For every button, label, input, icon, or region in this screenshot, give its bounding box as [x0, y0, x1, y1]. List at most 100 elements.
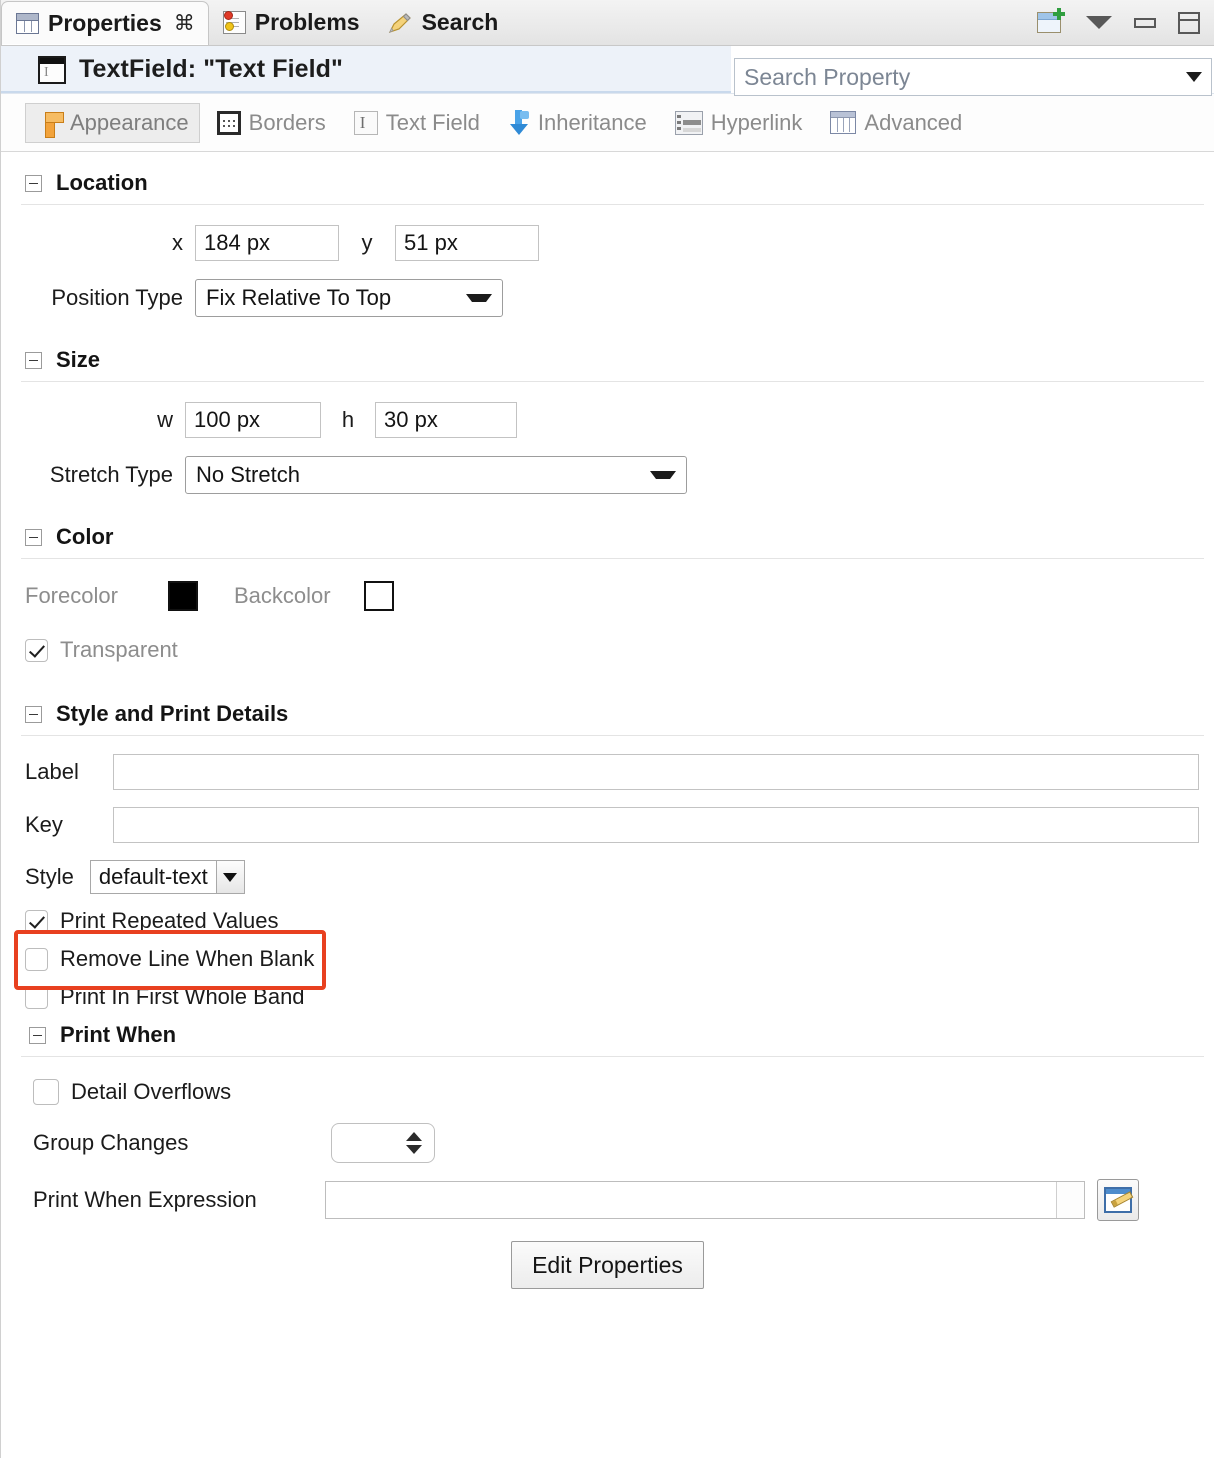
forecolor-label: Forecolor: [25, 583, 118, 608]
property-section-tabs: Appearance Borders Text Field Inheritanc…: [1, 94, 1214, 152]
section-style-print-title: Style and Print Details: [56, 701, 289, 726]
minimize-icon[interactable]: [1134, 17, 1156, 28]
position-type-label: Position Type: [51, 285, 183, 310]
maximize-icon[interactable]: [1178, 11, 1200, 34]
section-color: Color: [1, 494, 1214, 558]
view-toolbar: [1037, 0, 1214, 45]
edit-expression-button[interactable]: [1097, 1179, 1139, 1221]
divider: [21, 381, 1204, 382]
detail-overflows-row[interactable]: Detail Overflows: [1, 1079, 1214, 1105]
tab-text-field[interactable]: Text Field: [343, 103, 491, 143]
inheritance-arrow-icon: [508, 109, 530, 136]
tab-appearance-label: Appearance: [70, 109, 189, 135]
section-style-print: Style and Print Details: [1, 663, 1214, 735]
tab-problems[interactable]: Problems: [209, 0, 373, 45]
w-label: w: [157, 407, 173, 432]
chevron-down-icon[interactable]: [1186, 72, 1202, 82]
tab-properties[interactable]: Properties ⌘: [1, 1, 209, 45]
transparent-row[interactable]: Transparent: [1, 637, 1214, 663]
expression-field-tail[interactable]: [1056, 1182, 1084, 1218]
properties-content: Location x 184 px y 51 px Position Type …: [1, 152, 1214, 1289]
tab-inheritance-label: Inheritance: [537, 109, 647, 135]
collapse-icon[interactable]: [25, 705, 42, 723]
tab-advanced-label: Advanced: [864, 109, 963, 135]
tab-advanced[interactable]: Advanced: [819, 103, 973, 143]
divider: [21, 204, 1204, 205]
group-changes-label: Group Changes: [33, 1130, 189, 1155]
print-repeated-values-label: Print Repeated Values: [60, 908, 279, 933]
tab-properties-label: Properties: [48, 10, 162, 36]
search-input[interactable]: Search Property: [744, 64, 910, 91]
divider: [21, 558, 1204, 559]
tab-group: Properties ⌘ Problems Search: [1, 0, 511, 45]
remove-line-when-blank-row[interactable]: Remove Line When Blank: [1, 946, 1214, 972]
print-repeated-values-row[interactable]: Print Repeated Values: [1, 908, 1214, 934]
location-xy-row: x 184 px y 51 px: [1, 225, 1214, 261]
backcolor-label: Backcolor: [234, 583, 331, 608]
tab-borders-label: Borders: [248, 109, 326, 135]
close-icon[interactable]: ⌘: [174, 11, 195, 36]
tab-inheritance[interactable]: Inheritance: [497, 103, 658, 143]
stepper-arrows-icon[interactable]: [406, 1132, 422, 1154]
new-view-icon[interactable]: [1037, 8, 1065, 35]
pen-icon: [387, 11, 413, 35]
collapse-icon[interactable]: [25, 528, 42, 546]
header-content: TextField: "Text Field": [1, 55, 343, 84]
style-select[interactable]: default-text: [89, 860, 245, 894]
edit-properties-button[interactable]: Edit Properties: [511, 1241, 704, 1289]
w-input[interactable]: 100 px: [185, 402, 321, 438]
print-in-first-whole-band-row[interactable]: Print In First Whole Band: [1, 984, 1214, 1010]
borders-icon: [216, 110, 241, 135]
section-print-when-title: Print When: [60, 1022, 177, 1047]
edit-expression-icon: [1104, 1187, 1134, 1213]
view-menu-caret-icon[interactable]: [1086, 16, 1112, 29]
detail-overflows-checkbox[interactable]: [33, 1079, 59, 1105]
transparent-label: Transparent: [60, 637, 178, 662]
tab-borders[interactable]: Borders: [206, 103, 337, 143]
remove-line-when-blank-checkbox[interactable]: [25, 947, 48, 971]
chevron-down-icon[interactable]: [215, 861, 244, 893]
tab-search[interactable]: Search: [373, 0, 512, 45]
textfield-icon: [38, 55, 66, 84]
y-input[interactable]: 51 px: [395, 225, 539, 261]
transparent-checkbox[interactable]: [25, 638, 48, 662]
textfield-small-icon: [353, 110, 378, 135]
chevron-down-icon: [466, 294, 492, 302]
print-when-expression-input[interactable]: [325, 1181, 1085, 1219]
collapse-icon[interactable]: [29, 1026, 46, 1044]
tab-problems-label: Problems: [254, 9, 360, 35]
collapse-icon[interactable]: [25, 174, 42, 192]
group-changes-stepper[interactable]: [331, 1123, 435, 1163]
footer-actions: Edit Properties: [1, 1241, 1214, 1289]
key-row: Key: [1, 807, 1214, 843]
style-label: Style: [25, 864, 74, 889]
section-color-title: Color: [56, 524, 114, 549]
stretch-type-select[interactable]: No Stretch: [185, 456, 687, 494]
h-input[interactable]: 30 px: [375, 402, 517, 438]
backcolor-swatch[interactable]: [364, 581, 394, 611]
hyperlink-icon: [674, 110, 703, 135]
size-wh-row: w 100 px h 30 px: [1, 402, 1214, 438]
print-when-expression-label: Print When Expression: [33, 1187, 257, 1212]
collapse-icon[interactable]: [25, 351, 42, 369]
print-when-expression-value[interactable]: [326, 1182, 1056, 1218]
print-repeated-values-checkbox[interactable]: [25, 909, 48, 933]
detail-overflows-label: Detail Overflows: [71, 1079, 232, 1104]
divider: [21, 735, 1204, 736]
position-type-value: Fix Relative To Top: [206, 285, 392, 310]
key-input[interactable]: [113, 807, 1199, 843]
stretch-type-row: Stretch Type No Stretch: [1, 456, 1214, 494]
search-property-combo[interactable]: Search Property: [734, 58, 1212, 96]
tab-appearance[interactable]: Appearance: [25, 102, 200, 143]
ruler-icon: [36, 110, 64, 138]
color-row: Forecolor Backcolor: [1, 581, 1214, 611]
x-input[interactable]: 184 px: [195, 225, 339, 261]
tab-text-field-label: Text Field: [385, 109, 480, 135]
print-in-first-whole-band-checkbox[interactable]: [25, 985, 48, 1009]
forecolor-swatch[interactable]: [168, 581, 198, 611]
remove-line-when-blank-label: Remove Line When Blank: [60, 946, 315, 971]
position-type-select[interactable]: Fix Relative To Top: [195, 279, 503, 317]
section-location: Location: [1, 152, 1214, 204]
tab-hyperlink[interactable]: Hyperlink: [664, 103, 814, 143]
label-input[interactable]: [113, 754, 1199, 790]
